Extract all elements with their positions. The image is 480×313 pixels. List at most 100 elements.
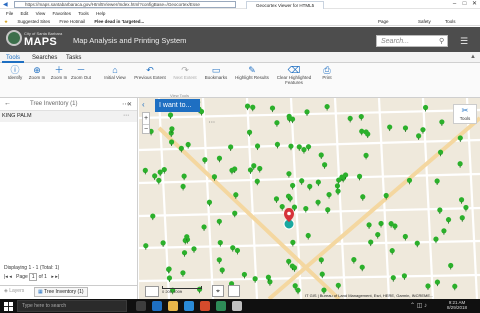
tree-marker[interactable] [375, 231, 381, 239]
taskbar-clock[interactable]: 9:21 AM 8/29/2018 [447, 300, 467, 310]
tree-marker[interactable] [363, 152, 369, 160]
tree-marker[interactable] [216, 155, 223, 163]
tree-marker[interactable] [244, 103, 251, 111]
tree-marker[interactable] [389, 248, 395, 255]
tree-marker[interactable] [168, 139, 175, 146]
tree-marker[interactable] [305, 232, 311, 240]
address-bar[interactable]: https://maps.santabarbaraca.gov/Html5Vie… [14, 1, 236, 8]
tree-marker[interactable] [274, 120, 280, 127]
tree-marker[interactable] [228, 144, 234, 151]
tree-marker[interactable] [358, 113, 364, 121]
locate-icon[interactable]: ⌖ [212, 285, 224, 297]
tree-marker[interactable] [315, 199, 321, 207]
taskbar-search[interactable]: Type here to search [17, 300, 127, 312]
tree-marker[interactable] [279, 203, 285, 211]
browser-tab[interactable]: Geocortex Viewer for HTML5 [246, 1, 324, 9]
tree-marker[interactable] [457, 161, 463, 168]
tree-marker[interactable] [416, 133, 422, 140]
layers-tab[interactable]: ◈ Layers [4, 288, 24, 294]
tree-marker[interactable] [402, 125, 409, 132]
next-extent-button[interactable]: ↷ Next Extent [168, 65, 202, 80]
tools-menu[interactable]: Tools [445, 17, 456, 26]
tree-marker[interactable] [414, 240, 420, 248]
fav-news-link[interactable]: Flee dead in 'targeted... [94, 19, 144, 24]
print-button[interactable]: ⎙ Print [312, 65, 342, 80]
tree-marker[interactable] [232, 210, 238, 218]
previous-extent-button[interactable]: ↶ Previous Extent [133, 65, 167, 80]
tree-marker[interactable] [459, 215, 465, 222]
tree-marker[interactable] [359, 264, 365, 272]
maximize-icon[interactable]: □ [460, 0, 469, 9]
page-input[interactable]: 1 [29, 273, 38, 281]
tree-marker[interactable] [452, 283, 458, 291]
tree-marker[interactable] [356, 173, 363, 181]
windows-start-icon[interactable] [4, 302, 13, 311]
menu-view[interactable]: View [36, 11, 46, 16]
tree-marker[interactable] [241, 271, 247, 279]
zoom-out-map-icon[interactable]: − [143, 124, 149, 135]
menu-help[interactable]: Help [96, 11, 105, 16]
tree-marker[interactable] [181, 250, 188, 257]
search-input[interactable]: Search... [376, 35, 448, 47]
system-tray-icons[interactable]: ⌃ ◫ ♪ [410, 302, 427, 309]
tree-marker[interactable] [201, 224, 207, 231]
tree-marker[interactable] [246, 129, 253, 137]
tree-marker[interactable] [434, 279, 441, 287]
tree-marker[interactable] [378, 220, 384, 228]
tree-marker[interactable] [406, 177, 413, 185]
tree-marker[interactable] [439, 119, 445, 126]
tree-marker[interactable] [180, 270, 186, 277]
menu-edit[interactable]: Edit [21, 11, 29, 16]
office-icon[interactable] [200, 301, 210, 311]
tree-marker[interactable] [437, 207, 443, 214]
fav-free-hotmail[interactable]: Free Hotmail [59, 19, 85, 24]
minimize-icon[interactable]: – [450, 0, 459, 9]
tree-marker[interactable] [318, 152, 324, 160]
back-icon[interactable]: ◀ [3, 1, 8, 8]
map-canvas[interactable]: • • • [139, 98, 480, 299]
tree-inventory-tab[interactable]: ▦ Tree Inventory (1) [34, 287, 88, 297]
tree-marker[interactable] [445, 217, 452, 224]
tree-marker[interactable] [299, 178, 305, 185]
collapse-ribbon-icon[interactable]: ▲ [470, 54, 476, 60]
tree-marker[interactable] [269, 105, 276, 113]
tab-searches[interactable]: Searches [28, 53, 61, 63]
tree-marker[interactable] [434, 178, 440, 185]
tree-marker[interactable] [360, 194, 366, 201]
overview-map-toggle[interactable] [145, 286, 159, 297]
tree-marker[interactable] [191, 246, 197, 253]
menu-tools[interactable]: Tools [78, 11, 89, 16]
tree-marker[interactable] [257, 165, 263, 173]
tree-marker[interactable] [351, 257, 357, 264]
basemap-toggle[interactable] [228, 285, 240, 297]
back-arrow-icon[interactable]: ← [4, 100, 11, 107]
tree-marker[interactable] [305, 144, 312, 151]
tree-marker[interactable] [324, 103, 330, 111]
clear-highlighted-button[interactable]: ⌫ Clear Highlighted Features [276, 65, 312, 85]
tree-marker[interactable] [254, 143, 261, 151]
tree-marker[interactable] [247, 167, 254, 174]
close-icon[interactable]: ✕ [470, 0, 479, 9]
tree-marker[interactable] [387, 124, 393, 132]
tab-tasks[interactable]: Tasks [62, 53, 85, 63]
selected-location-pin[interactable] [283, 208, 295, 230]
tree-marker[interactable] [301, 147, 307, 154]
tree-marker[interactable] [160, 240, 166, 247]
task-view-icon[interactable] [136, 301, 146, 311]
safety-menu[interactable]: Safety [418, 17, 431, 26]
zoom-in-map-icon[interactable]: + [143, 113, 149, 124]
tree-marker[interactable] [458, 197, 465, 204]
tree-marker[interactable] [307, 183, 313, 191]
tree-marker[interactable] [402, 233, 408, 241]
tree-marker[interactable] [448, 262, 454, 270]
search-icon[interactable]: ⚲ [439, 37, 444, 45]
ie-icon[interactable] [184, 301, 194, 311]
tree-marker[interactable] [216, 257, 222, 264]
tree-marker[interactable] [359, 128, 365, 136]
page-menu[interactable]: Page [378, 17, 389, 26]
tree-marker[interactable] [425, 283, 431, 290]
tab-tools[interactable]: Tools [2, 53, 25, 63]
tree-marker[interactable] [318, 257, 324, 264]
star-icon[interactable]: ★ [4, 19, 8, 24]
fav-suggested-sites[interactable]: Suggested Sites [17, 19, 50, 24]
